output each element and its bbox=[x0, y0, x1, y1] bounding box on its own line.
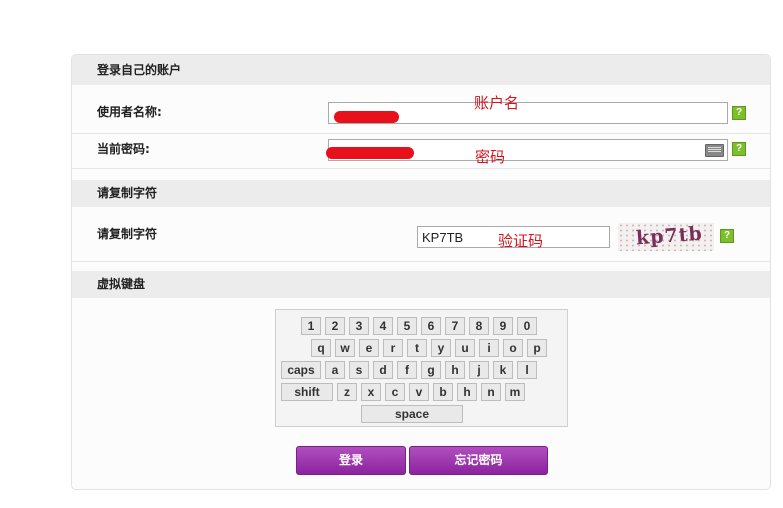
divider bbox=[72, 261, 770, 262]
forgot-password-button[interactable]: 忘记密码 bbox=[409, 446, 548, 475]
password-label: 当前密码: bbox=[97, 142, 150, 156]
key-b[interactable]: b bbox=[433, 383, 453, 401]
key-p[interactable]: p bbox=[527, 339, 547, 357]
key-j[interactable]: j bbox=[469, 361, 489, 379]
key-5[interactable]: 5 bbox=[397, 317, 417, 335]
keyboard-section-header: 虚拟键盘 bbox=[72, 271, 770, 298]
key-l[interactable]: l bbox=[517, 361, 537, 379]
key-row-space: space bbox=[276, 405, 567, 423]
key-o[interactable]: o bbox=[503, 339, 523, 357]
key-f[interactable]: f bbox=[397, 361, 417, 379]
username-annotation: 账户名 bbox=[474, 94, 520, 112]
virtual-keyboard-icon[interactable] bbox=[705, 144, 724, 157]
divider bbox=[72, 133, 770, 134]
key-m[interactable]: m bbox=[505, 383, 525, 401]
login-panel: 登录自己的账户 使用者名称: 账户名 ? 当前密码: 密码 ? 请复制字符 请复… bbox=[71, 54, 771, 490]
key-8[interactable]: 8 bbox=[469, 317, 489, 335]
key-caps[interactable]: caps bbox=[281, 361, 321, 379]
key-x[interactable]: x bbox=[361, 383, 381, 401]
password-redaction bbox=[326, 147, 414, 159]
password-help-icon[interactable]: ? bbox=[732, 142, 746, 156]
key-k[interactable]: k bbox=[493, 361, 513, 379]
login-section-header: 登录自己的账户 bbox=[72, 55, 770, 85]
captcha-image[interactable]: kp7tb bbox=[618, 223, 714, 251]
key-4[interactable]: 4 bbox=[373, 317, 393, 335]
key-d[interactable]: d bbox=[373, 361, 393, 379]
captcha-section-header: 请复制字符 bbox=[72, 180, 770, 207]
key-t[interactable]: t bbox=[407, 339, 427, 357]
username-label: 使用者名称: bbox=[97, 105, 162, 119]
key-y[interactable]: y bbox=[431, 339, 451, 357]
login-button[interactable]: 登录 bbox=[296, 446, 406, 475]
key-a[interactable]: a bbox=[325, 361, 345, 379]
key-i[interactable]: i bbox=[479, 339, 499, 357]
key-6[interactable]: 6 bbox=[421, 317, 441, 335]
key-c[interactable]: c bbox=[385, 383, 405, 401]
username-help-icon[interactable]: ? bbox=[732, 106, 746, 120]
key-2[interactable]: 2 bbox=[325, 317, 345, 335]
virtual-keyboard: 1 2 3 4 5 6 7 8 9 0 q w e r t y u i o p … bbox=[275, 309, 568, 427]
key-s[interactable]: s bbox=[349, 361, 369, 379]
key-3[interactable]: 3 bbox=[349, 317, 369, 335]
captcha-annotation: 验证码 bbox=[498, 232, 544, 250]
key-h-second[interactable]: h bbox=[457, 383, 477, 401]
key-n[interactable]: n bbox=[481, 383, 501, 401]
key-e[interactable]: e bbox=[359, 339, 379, 357]
key-space[interactable]: space bbox=[361, 405, 463, 423]
key-g[interactable]: g bbox=[421, 361, 441, 379]
key-z[interactable]: z bbox=[337, 383, 357, 401]
divider bbox=[72, 168, 770, 169]
username-redaction bbox=[334, 111, 399, 123]
key-7[interactable]: 7 bbox=[445, 317, 465, 335]
captcha-image-text: kp7tb bbox=[635, 223, 704, 250]
captcha-label: 请复制字符 bbox=[97, 227, 158, 241]
key-row-qwerty: q w e r t y u i o p bbox=[276, 339, 567, 357]
key-r[interactable]: r bbox=[383, 339, 403, 357]
key-1[interactable]: 1 bbox=[301, 317, 321, 335]
key-row-digits: 1 2 3 4 5 6 7 8 9 0 bbox=[276, 317, 567, 335]
key-u[interactable]: u bbox=[455, 339, 475, 357]
captcha-help-icon[interactable]: ? bbox=[720, 229, 734, 243]
key-0[interactable]: 0 bbox=[517, 317, 537, 335]
key-w[interactable]: w bbox=[335, 339, 355, 357]
key-row-zxcv: shift z x c v b h n m bbox=[276, 383, 567, 401]
password-annotation: 密码 bbox=[475, 148, 506, 166]
key-q[interactable]: q bbox=[311, 339, 331, 357]
key-h[interactable]: h bbox=[445, 361, 465, 379]
key-row-asdf: caps a s d f g h j k l bbox=[276, 361, 567, 379]
key-9[interactable]: 9 bbox=[493, 317, 513, 335]
key-v[interactable]: v bbox=[409, 383, 429, 401]
key-shift[interactable]: shift bbox=[281, 383, 333, 401]
